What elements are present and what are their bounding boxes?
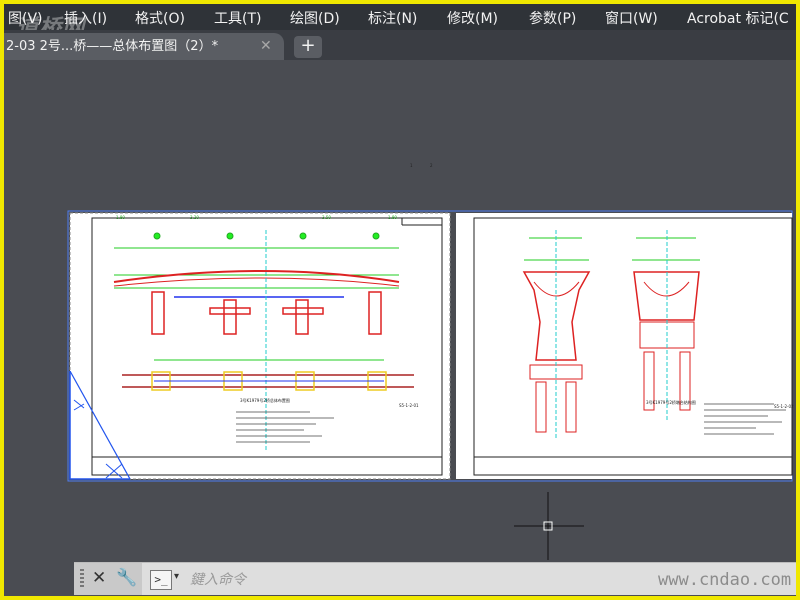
menu-window[interactable]: 窗口(W): [605, 8, 658, 28]
elev-label-2: 3.20: [190, 215, 199, 220]
watermark-url: www.cndao.com: [658, 570, 792, 590]
model-space: [67, 210, 793, 560]
menu-parameters[interactable]: 参数(P): [529, 8, 576, 28]
menu-draw[interactable]: 绘图(D): [290, 8, 340, 28]
elev-label-3: 3.50: [322, 215, 331, 220]
close-icon[interactable]: ✕: [260, 33, 272, 60]
new-tab-button[interactable]: +: [294, 36, 322, 58]
right-sheet-number: S5-1-2-02: [774, 404, 794, 409]
right-sheet: [456, 213, 793, 479]
left-page-box-2: 2: [430, 163, 433, 168]
left-sheet-title: 3号K1979号2桥总体布置图: [240, 398, 290, 403]
tab-title: 2-03 2号...桥——总体布置图（2）*: [6, 39, 219, 54]
menu-bar: 图(V) 插入(I) 格式(O) 工具(T) 绘图(D) 标注(N) 修改(M)…: [4, 4, 796, 30]
menu-format[interactable]: 格式(O): [135, 8, 185, 28]
grip-handle[interactable]: [80, 569, 84, 589]
menu-acrobat-markup[interactable]: Acrobat 标记(C: [687, 8, 789, 28]
drawing-canvas[interactable]: 3号K1979号2桥总体布置图 S5-1-2-01 1 2 1.80 3.20 …: [4, 60, 796, 596]
left-sheet: [69, 212, 451, 480]
app-window: 图(V) 插入(I) 格式(O) 工具(T) 绘图(D) 标注(N) 修改(M)…: [4, 4, 796, 596]
menu-modify[interactable]: 修改(M): [447, 8, 498, 28]
close-icon[interactable]: ✕: [92, 568, 106, 588]
left-sheet-number: S5-1-2-01: [399, 403, 419, 408]
tab-bar: 2-03 2号...桥——总体布置图（2）* ✕ +: [4, 30, 796, 60]
chevron-down-icon[interactable]: ▾: [174, 571, 179, 582]
right-sheet-title: 3号K1979号2桥墩台结构图: [646, 400, 696, 405]
menu-tools[interactable]: 工具(T): [214, 8, 261, 28]
command-line-handle: ✕ 🔧: [74, 563, 142, 595]
wrench-icon[interactable]: 🔧: [116, 568, 137, 588]
menu-dimension[interactable]: 标注(N): [368, 8, 417, 28]
elev-label-1: 1.80: [116, 215, 125, 220]
crosshair-cursor: [514, 492, 584, 560]
left-page-box-1: 1: [410, 163, 413, 168]
elev-label-4: 1.80: [388, 215, 397, 220]
command-prompt-icon[interactable]: >_: [150, 570, 172, 590]
tab-drawing[interactable]: 2-03 2号...桥——总体布置图（2）* ✕: [4, 33, 284, 60]
